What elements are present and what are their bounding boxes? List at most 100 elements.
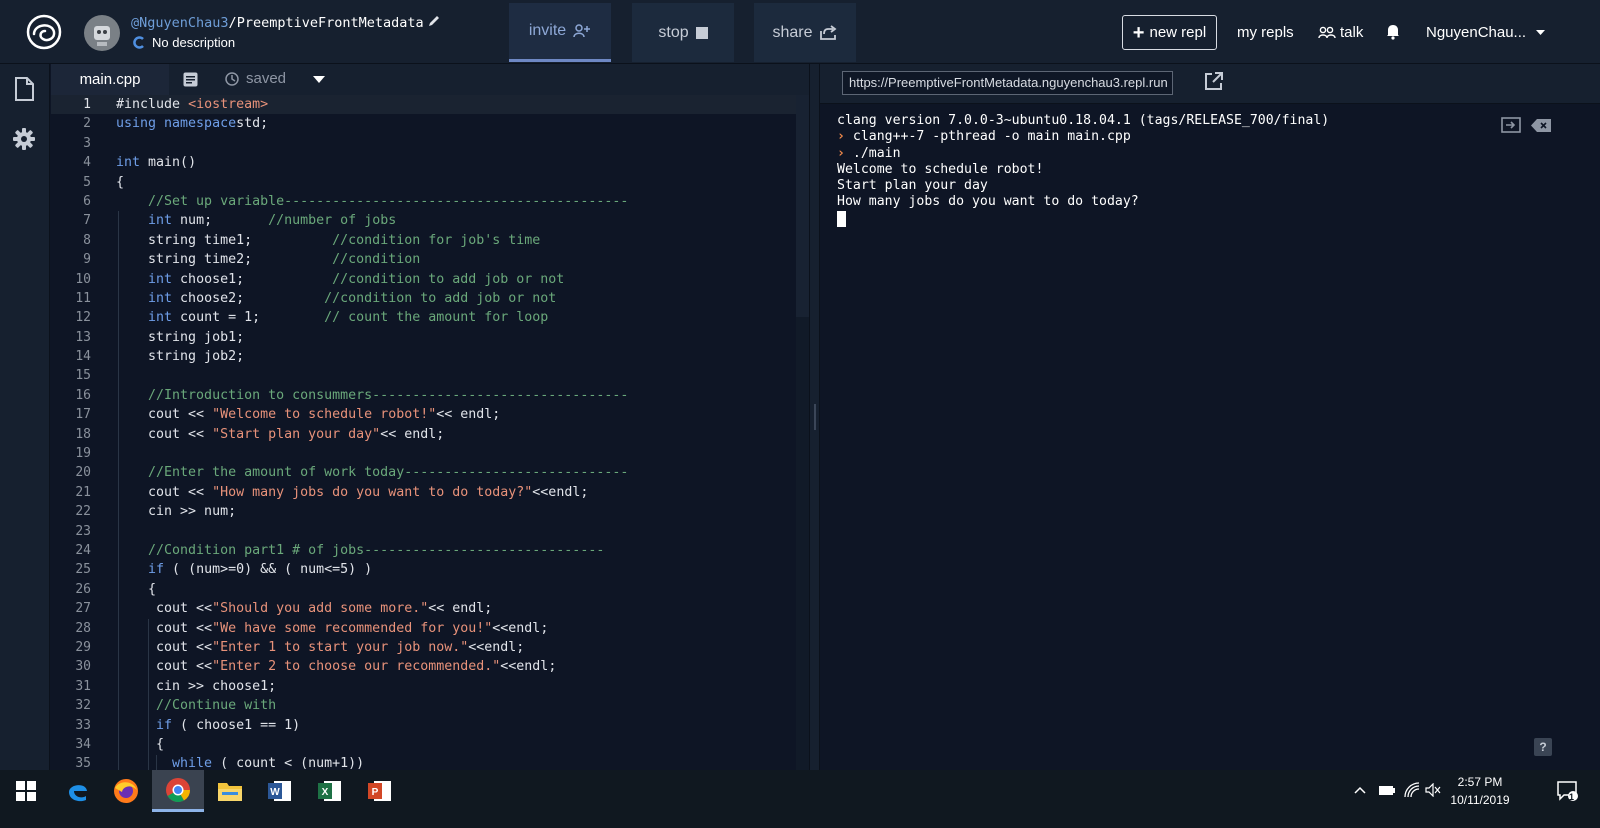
files-icon[interactable]: [13, 77, 35, 101]
code-line[interactable]: int count = 1; // count the amount for l…: [116, 308, 628, 327]
code-line[interactable]: int choose1; //condition to add job or n…: [116, 270, 628, 289]
code-line[interactable]: [116, 134, 628, 153]
action-center-icon[interactable]: [1556, 780, 1578, 802]
code-token: string job1;: [116, 329, 245, 345]
resize-grip[interactable]: [814, 404, 816, 430]
line-number: 17: [75, 407, 91, 423]
code-line[interactable]: [116, 522, 628, 541]
battery-icon[interactable]: [1378, 784, 1396, 796]
code-line[interactable]: string job2;: [116, 347, 628, 366]
code-line[interactable]: cout <<"Enter 2 to choose our recommende…: [116, 657, 628, 676]
invite-button[interactable]: invite: [509, 3, 611, 62]
code-token: "Enter 1 to start your job now.": [212, 639, 469, 655]
line-number: 31: [75, 678, 91, 694]
repl-url-field[interactable]: https://PreemptiveFrontMetadata.nguyench…: [842, 71, 1173, 95]
code-line[interactable]: [116, 444, 628, 463]
repl-path[interactable]: @NguyenChau3/PreemptiveFrontMetadata: [131, 15, 424, 31]
code-line[interactable]: cout << "How many jobs do you want to do…: [116, 483, 628, 502]
terminal-text: Welcome to schedule robot!: [837, 161, 1044, 177]
code-line[interactable]: string time1; //condition for job's time: [116, 231, 628, 250]
console-pane: https://PreemptiveFrontMetadata.nguyench…: [820, 64, 1600, 770]
show-hidden-icons-chevron-icon[interactable]: [1354, 786, 1366, 794]
code-line[interactable]: cout <<"We have some recommended for you…: [116, 619, 628, 638]
code-line[interactable]: while ( count < (num+1)): [116, 754, 628, 770]
repl-name[interactable]: PreemptiveFrontMetadata: [237, 15, 424, 31]
code-line[interactable]: //Continue with: [116, 696, 628, 715]
avatar[interactable]: [84, 15, 120, 51]
help-icon[interactable]: ?: [1534, 738, 1552, 756]
code-line[interactable]: int main(): [116, 153, 628, 172]
format-code-icon[interactable]: [183, 72, 198, 87]
file-explorer-icon[interactable]: [204, 770, 256, 812]
edit-pencil-icon[interactable]: [427, 14, 441, 28]
word-icon[interactable]: W: [254, 770, 306, 812]
code-line[interactable]: cout << "Start plan your day"<< endl;: [116, 425, 628, 444]
terminal-output[interactable]: clang version 7.0.0-3~ubuntu0.18.04.1 (t…: [837, 113, 1329, 227]
code-line[interactable]: [116, 366, 628, 385]
pane-resize-handle[interactable]: [809, 64, 820, 770]
repl-owner[interactable]: @NguyenChau3: [131, 15, 229, 31]
user-menu[interactable]: NguyenChau...: [1426, 24, 1546, 41]
code-line[interactable]: cin >> num;: [116, 502, 628, 521]
terminal-export-icon[interactable]: [1501, 117, 1521, 133]
editor-scrollbar[interactable]: [796, 95, 809, 770]
repl-description[interactable]: No description: [133, 35, 235, 50]
code-line[interactable]: {: [116, 580, 628, 599]
line-number: 29: [75, 639, 91, 655]
code-line[interactable]: if ( (num>=0) && ( num<=5) ): [116, 560, 628, 579]
svg-text:P: P: [372, 787, 379, 798]
replit-logo-icon[interactable]: [26, 14, 62, 50]
settings-gear-icon[interactable]: [13, 128, 35, 150]
code-line[interactable]: //Introduction to consummers------------…: [116, 386, 628, 405]
code-line[interactable]: {: [116, 173, 628, 192]
code-token: ( (num>=0) && ( num<=5) ): [164, 562, 373, 578]
terminal-input-line[interactable]: [837, 210, 1329, 227]
volume-muted-icon[interactable]: [1425, 783, 1441, 797]
code-lines[interactable]: #include <iostream> using namespacestd; in…: [116, 95, 628, 770]
code-line[interactable]: int choose2; //condition to add job or n…: [116, 289, 628, 308]
code-token: int: [116, 213, 173, 229]
code-line[interactable]: int num; //number of jobs: [116, 211, 628, 230]
new-repl-button[interactable]: + new repl: [1122, 15, 1217, 50]
powerpoint-icon[interactable]: P: [354, 770, 406, 812]
line-number: 19: [75, 446, 91, 462]
code-line[interactable]: string time2; //condition: [116, 250, 628, 269]
system-clock[interactable]: 2:57 PM 10/11/2019: [1440, 773, 1520, 809]
code-line[interactable]: cout << "Welcome to schedule robot!"<< e…: [116, 405, 628, 424]
open-in-new-tab-icon[interactable]: [1204, 71, 1224, 91]
windows-start-icon[interactable]: [0, 770, 52, 812]
code-line[interactable]: #include <iostream>: [116, 95, 628, 114]
code-line[interactable]: {: [116, 735, 628, 754]
stop-button[interactable]: stop: [632, 3, 734, 62]
caret-down-icon[interactable]: [313, 76, 325, 84]
line-number: 30: [75, 659, 91, 675]
code-line[interactable]: cout <<"Enter 1 to start your job now."<…: [116, 638, 628, 657]
code-token: int: [116, 155, 141, 171]
code-area[interactable]: 1 2 3 4 5 6 7 8 9 10 11 12 13 14 15 16 17 18 19 20 21 22 23 24 2…: [51, 95, 809, 770]
terminal-clear-icon[interactable]: [1531, 119, 1551, 132]
code-line[interactable]: cin >> choose1;: [116, 677, 628, 696]
code-line[interactable]: string job1;: [116, 328, 628, 347]
edge-icon[interactable]: [52, 770, 104, 812]
code-line[interactable]: cout <<"Should you add some more."<< end…: [116, 599, 628, 618]
chrome-icon[interactable]: [152, 770, 204, 812]
terminal-line: › ./main: [837, 146, 1329, 162]
scrollbar-thumb[interactable]: [796, 95, 809, 317]
code-token: string time2;: [116, 252, 333, 268]
share-button[interactable]: share: [754, 3, 856, 62]
my-repls-link[interactable]: my repls: [1237, 24, 1294, 41]
line-number: 6: [83, 193, 91, 209]
code-line[interactable]: //Condition part1 # of jobs-------------…: [116, 541, 628, 560]
excel-icon[interactable]: X: [304, 770, 356, 812]
code-line[interactable]: if ( choose1 == 1): [116, 716, 628, 735]
firefox-icon[interactable]: [100, 770, 152, 812]
line-number: 34: [75, 736, 91, 752]
notifications-bell-icon[interactable]: [1385, 23, 1401, 40]
code-line[interactable]: //Set up variable-----------------------…: [116, 192, 628, 211]
wifi-icon[interactable]: [1404, 782, 1420, 798]
terminal-text: clang++-7 -pthread -o main main.cpp: [852, 129, 1131, 145]
code-line[interactable]: using namespacestd;: [116, 114, 628, 133]
file-tab-main-cpp[interactable]: main.cpp: [51, 64, 169, 95]
talk-link[interactable]: talk: [1318, 24, 1363, 41]
code-line[interactable]: //Enter the amount of work today--------…: [116, 463, 628, 482]
